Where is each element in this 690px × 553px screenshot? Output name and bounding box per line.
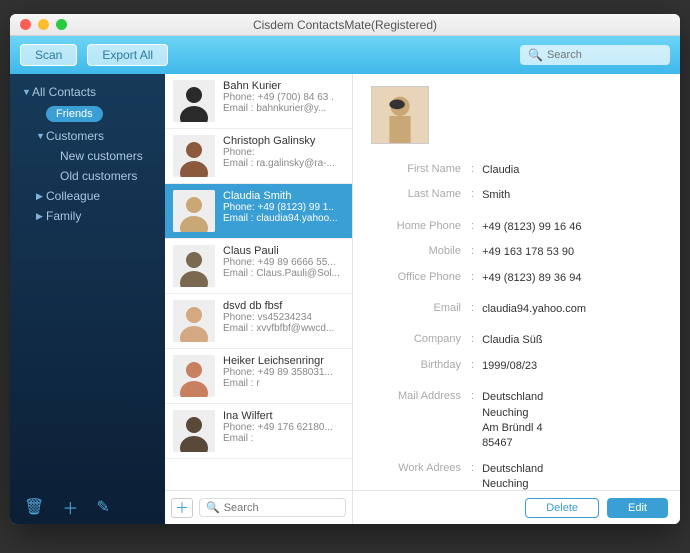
sidebar-footer: 🗑 ＋ ✎ (10, 490, 165, 524)
sidebar-label: Colleague (46, 189, 100, 203)
sidebar-item-colleague[interactable]: ▶Colleague (10, 186, 165, 206)
contact-info: Christoph GalinskyPhone:Email : ra.galin… (223, 135, 344, 177)
detail-fields: First Name:Claudia Last Name:Smith Home … (371, 158, 662, 490)
contact-email: Email : (223, 433, 344, 444)
zoom-window-button[interactable] (56, 19, 67, 30)
window-controls (10, 19, 67, 30)
sidebar-label: Old customers (60, 169, 137, 183)
avatar (173, 300, 215, 342)
contact-list-item[interactable]: Claudia SmithPhone: +49 (8123) 99 1..Ema… (165, 184, 352, 239)
sidebar: ▼All Contacts Friends ▼Customers New cus… (10, 74, 165, 524)
sidebar-item-family[interactable]: ▶Family (10, 206, 165, 226)
sidebar-label: New customers (60, 149, 143, 163)
sidebar-item-old-customers[interactable]: Old customers (10, 166, 165, 186)
contact-list-items: Bahn KurierPhone: +49 (700) 84 63 .Email… (165, 74, 352, 490)
contact-info: Heiker LeichsenringrPhone: +49 89 358031… (223, 355, 344, 397)
contact-list-item[interactable]: Christoph GalinskyPhone:Email : ra.galin… (165, 129, 352, 184)
delete-button[interactable]: Delete (525, 498, 599, 518)
add-contact-button[interactable]: ＋ (171, 498, 193, 518)
add-icon[interactable]: ＋ (62, 495, 78, 519)
sidebar-label: Family (46, 209, 81, 223)
toolbar-search[interactable]: 🔍 (520, 45, 670, 65)
sidebar-label: All Contacts (32, 85, 96, 99)
field-first-name: First Name:Claudia (371, 158, 662, 183)
field-work-address: Work Adrees:Deutschland Neuching Am Brün… (371, 457, 662, 490)
contact-name: Ina Wilfert (223, 410, 344, 422)
contact-name: Claus Pauli (223, 245, 344, 257)
window-title: Cisdem ContactsMate(Registered) (10, 18, 680, 32)
contact-phone: Phone: (223, 147, 344, 158)
contact-email: Email : xvvfbfbf@wwcd... (223, 323, 344, 334)
list-footer: ＋ 🔍 (165, 490, 352, 524)
field-home-phone: Home Phone:+49 (8123) 99 16 46 (371, 215, 662, 240)
detail-avatar (371, 86, 429, 144)
contact-email: Email : ra.galinsky@ra-... (223, 158, 344, 169)
list-search[interactable]: 🔍 (199, 498, 346, 517)
contact-phone: Phone: +49 (700) 84 63 . (223, 92, 344, 103)
contact-name: Christoph Galinsky (223, 135, 344, 147)
list-search-input[interactable] (224, 502, 339, 514)
edit-icon[interactable]: ✎ (96, 497, 109, 517)
field-mail-address: Mail Address:Deutschland Neuching Am Brü… (371, 385, 662, 457)
sidebar-item-all-contacts[interactable]: ▼All Contacts (10, 82, 165, 102)
contact-info: Bahn KurierPhone: +49 (700) 84 63 .Email… (223, 80, 344, 122)
search-icon: 🔍 (206, 501, 220, 514)
field-birthday: Birthday:1999/08/23 (371, 354, 662, 379)
contact-phone: Phone: +49 89 358031... (223, 367, 344, 378)
detail-footer: Delete Edit (353, 490, 680, 524)
sidebar-tree: ▼All Contacts Friends ▼Customers New cus… (10, 74, 165, 490)
contact-list: Bahn KurierPhone: +49 (700) 84 63 .Email… (165, 74, 353, 524)
trash-icon[interactable]: 🗑 (24, 497, 44, 517)
avatar (173, 410, 215, 452)
contact-info: Claus PauliPhone: +49 89 6666 55...Email… (223, 245, 344, 287)
sidebar-item-customers[interactable]: ▼Customers (10, 126, 165, 146)
avatar (173, 135, 215, 177)
avatar (173, 80, 215, 122)
titlebar: Cisdem ContactsMate(Registered) (10, 14, 680, 36)
contact-name: Claudia Smith (223, 190, 344, 202)
field-email: Email:claudia94.yahoo.com (371, 297, 662, 322)
field-mobile: Mobile:+49 163 178 53 90 (371, 240, 662, 265)
contact-info: dsvd db fbsfPhone: vs45234234Email : xvv… (223, 300, 344, 342)
contact-email: Email : r (223, 378, 344, 389)
contact-phone: Phone: +49 89 6666 55... (223, 257, 344, 268)
avatar (173, 245, 215, 287)
export-all-button[interactable]: Export All (87, 44, 168, 66)
contact-info: Ina WilfertPhone: +49 176 62180...Email … (223, 410, 344, 452)
contact-email: Email : Claus.Pauli@Sol... (223, 268, 344, 279)
contact-name: Heiker Leichsenringr (223, 355, 344, 367)
contact-name: Bahn Kurier (223, 80, 344, 92)
detail-content: First Name:Claudia Last Name:Smith Home … (353, 74, 680, 490)
sidebar-label: Customers (46, 129, 104, 143)
avatar (173, 190, 215, 232)
contact-email: Email : bahnkurier@y... (223, 103, 344, 114)
toolbar: Scan Export All 🔍 (10, 36, 680, 74)
contact-phone: Phone: vs45234234 (223, 312, 344, 323)
contact-list-item[interactable]: Ina WilfertPhone: +49 176 62180...Email … (165, 404, 352, 459)
sidebar-item-friends[interactable]: Friends (46, 106, 103, 122)
contact-info: Claudia SmithPhone: +49 (8123) 99 1..Ema… (223, 190, 344, 232)
sidebar-item-new-customers[interactable]: New customers (10, 146, 165, 166)
contact-phone: Phone: +49 (8123) 99 1.. (223, 202, 344, 213)
contact-name: dsvd db fbsf (223, 300, 344, 312)
app-window: Cisdem ContactsMate(Registered) Scan Exp… (10, 14, 680, 524)
avatar (173, 355, 215, 397)
contact-list-item[interactable]: Heiker LeichsenringrPhone: +49 89 358031… (165, 349, 352, 404)
body: ▼All Contacts Friends ▼Customers New cus… (10, 74, 680, 524)
edit-button[interactable]: Edit (607, 498, 668, 518)
toolbar-search-input[interactable] (547, 49, 662, 61)
contact-list-item[interactable]: Claus PauliPhone: +49 89 6666 55...Email… (165, 239, 352, 294)
contact-email: Email : claudia94.yahoo... (223, 213, 344, 224)
contact-list-item[interactable]: Bahn KurierPhone: +49 (700) 84 63 .Email… (165, 74, 352, 129)
contact-list-item[interactable]: dsvd db fbsfPhone: vs45234234Email : xvv… (165, 294, 352, 349)
contact-detail: First Name:Claudia Last Name:Smith Home … (353, 74, 680, 524)
contact-phone: Phone: +49 176 62180... (223, 422, 344, 433)
field-company: Company:Claudia Süß (371, 328, 662, 353)
search-icon: 🔍 (528, 48, 543, 62)
scan-button[interactable]: Scan (20, 44, 77, 66)
field-office-phone: Office Phone:+49 (8123) 89 36 94 (371, 266, 662, 291)
minimize-window-button[interactable] (38, 19, 49, 30)
field-last-name: Last Name:Smith (371, 183, 662, 208)
close-window-button[interactable] (20, 19, 31, 30)
